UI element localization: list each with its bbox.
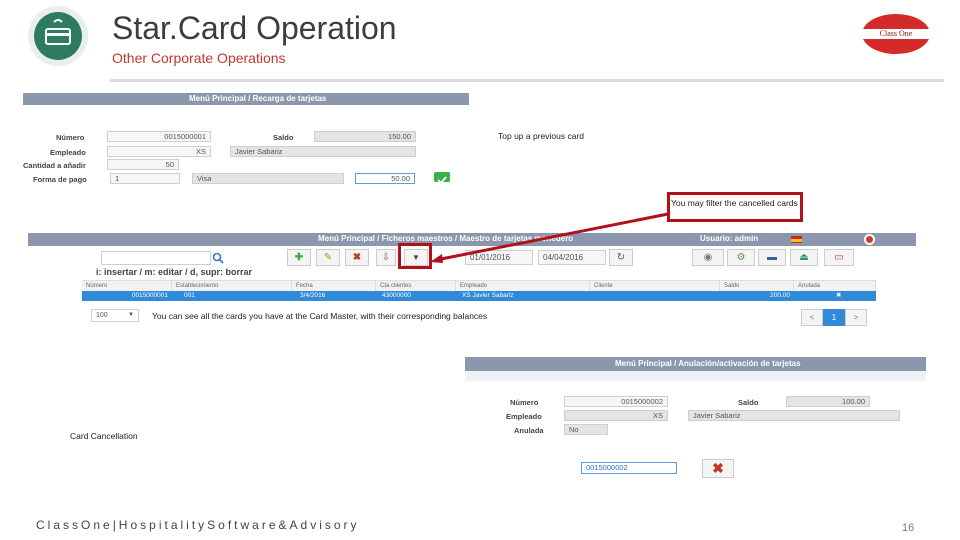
empleado3-name-field: Javier Sabariz [688,410,900,421]
card-number-input[interactable]: 0015000002 [581,462,677,474]
callout-arrow [430,212,669,263]
cancel-card-button[interactable]: ✖ [702,459,734,478]
empleado3-label: Empleado [506,412,542,421]
panel3-note: Card Cancellation [70,431,138,441]
anulada-label: Anulada [514,426,544,435]
empleado3-code-field: XS [564,410,668,421]
numero3-label: Número [510,398,539,407]
numero3-field[interactable]: 0015000002 [564,396,668,407]
footer-company: ClassOne|HospitalitySoftware&Advisory [36,518,360,532]
cross-icon: ✖ [712,460,724,476]
saldo3-label: Saldo [738,398,759,407]
anulada-field: No [564,424,608,435]
page-number: 16 [902,522,915,534]
saldo3-field: 100.00 [786,396,870,407]
panel3-breadcrumb-bar: Menú Principal / Anulación/activación de… [465,357,926,371]
panel3-breadcrumb: Menú Principal / Anulación/activación de… [615,359,801,368]
